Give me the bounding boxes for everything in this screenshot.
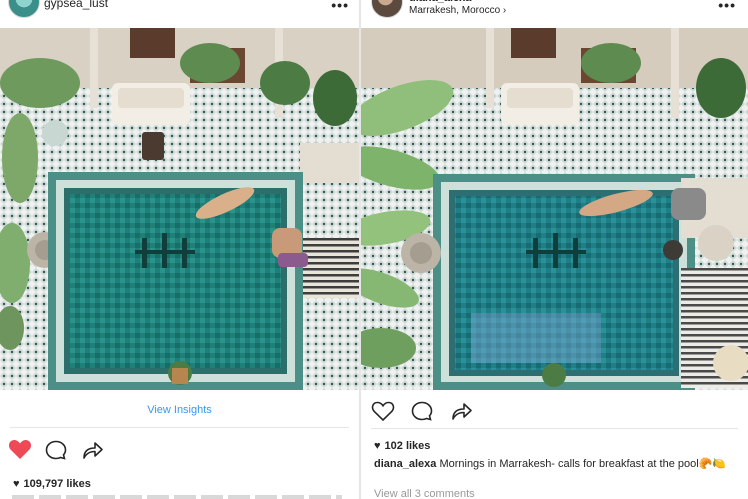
comment-icon[interactable]: [411, 401, 433, 421]
avatar[interactable]: [8, 0, 40, 18]
more-horizontal-icon[interactable]: •••: [718, 0, 736, 13]
location-link[interactable]: Marrakesh, Morocco ›: [409, 5, 506, 16]
likes-text: 102 likes: [384, 440, 431, 452]
comment-icon[interactable]: [45, 440, 67, 460]
caption-emoji: 🥐🍋: [698, 458, 727, 470]
likes-count[interactable]: ♥ 102 likes: [374, 440, 430, 452]
post-header: gypsea_lust •••: [0, 0, 359, 28]
caption: diana_alexa Mornings in Marrakesh- calls…: [374, 457, 736, 471]
location-text: Marrakesh, Morocco: [409, 5, 501, 16]
caption-text: Mornings in Marrakesh- calls for breakfa…: [439, 458, 699, 470]
separator: [371, 428, 738, 429]
heart-small-icon: ♥: [13, 478, 20, 490]
avatar[interactable]: [371, 0, 403, 18]
view-insights-link[interactable]: View Insights: [0, 404, 359, 416]
post-photo[interactable]: [0, 28, 359, 390]
heart-filled-icon[interactable]: [8, 438, 32, 460]
likes-text: 109,797 likes: [23, 478, 91, 490]
caption-username[interactable]: diana_alexa: [374, 458, 436, 470]
post-header: diana_alexa Marrakesh, Morocco › •••: [361, 0, 748, 28]
post-photo[interactable]: [361, 28, 748, 390]
more-horizontal-icon[interactable]: •••: [331, 0, 349, 13]
post-right: diana_alexa Marrakesh, Morocco › •••: [361, 0, 748, 499]
likes-count[interactable]: ♥ 109,797 likes: [13, 478, 91, 490]
chevron-right-icon: ›: [502, 5, 507, 16]
caption-cutoff: [12, 495, 342, 499]
separator: [10, 427, 349, 428]
post-left: gypsea_lust ••• View Insights ♥ 109,797 …: [0, 0, 359, 499]
share-icon[interactable]: [82, 440, 104, 460]
username[interactable]: diana_alexa: [409, 0, 471, 4]
view-comments-link[interactable]: View all 3 comments: [374, 488, 475, 499]
share-icon[interactable]: [451, 401, 473, 421]
username[interactable]: gypsea_lust: [44, 0, 108, 10]
heart-outline-icon[interactable]: [371, 400, 395, 422]
heart-small-icon: ♥: [374, 440, 381, 452]
